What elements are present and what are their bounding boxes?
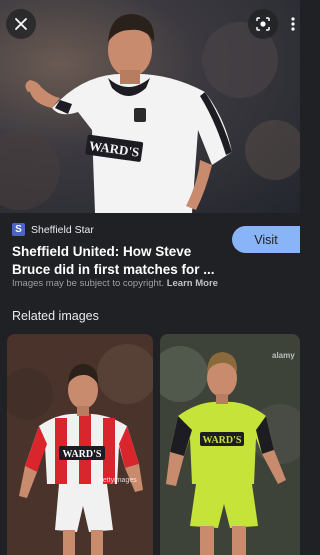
more-vert-icon [291,17,295,31]
tile-2-watermark: alamy [272,351,295,360]
close-button[interactable] [6,9,36,39]
related-images-heading: Related images [12,309,99,323]
lens-icon [256,17,270,31]
tile-1-watermark: gettyimages [99,477,137,484]
related-photo-green-kit: alamy WARD'S [160,334,300,555]
source-name: Sheffield Star [31,223,94,236]
visit-button[interactable]: Visit [232,226,300,253]
source-favicon-icon: S [12,223,25,236]
lens-search-button[interactable] [248,9,278,39]
tile-2-shirt-sponsor-text: WARD'S [203,435,242,446]
source-row[interactable]: S Sheffield Star [12,223,94,236]
hero-image[interactable]: WARD'S [0,0,300,213]
related-image-tile[interactable]: WARD'S gettyimages [7,334,153,555]
result-title[interactable]: Sheffield United: How Steve Bruce did in… [12,243,227,279]
related-photo-red-kit: WARD'S gettyimages [7,334,153,555]
more-options-button[interactable] [286,9,300,39]
copyright-notice: Images may be subject to copyright. Lear… [12,278,218,289]
close-icon [15,18,27,30]
learn-more-link[interactable]: Learn More [167,278,218,289]
copyright-text: Images may be subject to copyright. [12,278,165,289]
tile-1-shirt-sponsor-text: WARD'S [63,449,102,460]
related-image-tile[interactable]: alamy WARD'S [160,334,300,555]
